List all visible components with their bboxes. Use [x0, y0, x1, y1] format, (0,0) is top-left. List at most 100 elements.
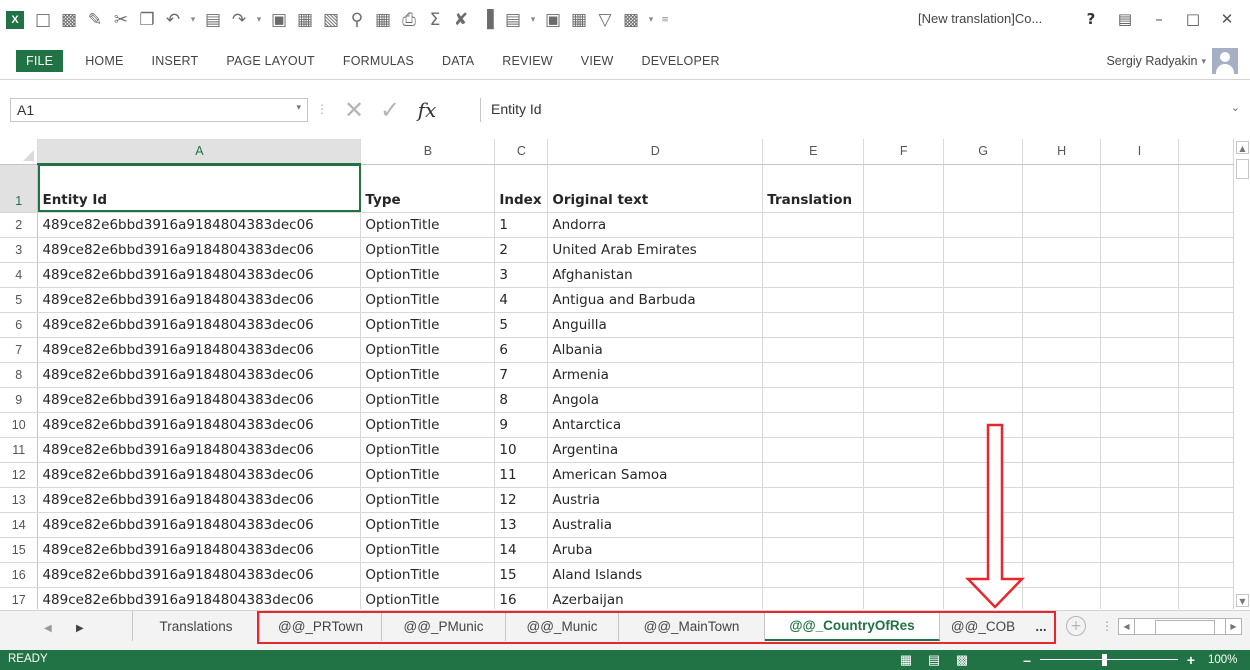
cell[interactable]: [1100, 362, 1179, 388]
name-box-dropdown-icon[interactable]: ▾: [296, 102, 301, 113]
cell[interactable]: [1100, 587, 1179, 609]
cell[interactable]: Angola: [547, 387, 764, 413]
cell[interactable]: [863, 287, 945, 313]
cell[interactable]: 489ce82e6bbd3916a9184804383dec06: [37, 287, 362, 313]
cell[interactable]: 15: [494, 562, 549, 588]
user-account[interactable]: Sergiy Radyakin ▾: [1106, 48, 1238, 74]
scroll-thumb[interactable]: [1155, 620, 1215, 635]
cell[interactable]: [943, 487, 1024, 513]
row-header[interactable]: 1: [0, 164, 39, 213]
minimize-icon[interactable]: –: [1142, 6, 1176, 32]
add-sheet-icon[interactable]: +: [1066, 616, 1086, 636]
cell[interactable]: OptionTitle: [360, 362, 496, 388]
cell[interactable]: [863, 312, 945, 338]
row-header[interactable]: 16: [0, 562, 39, 588]
cell[interactable]: OptionTitle: [360, 587, 496, 609]
cell[interactable]: 489ce82e6bbd3916a9184804383dec06: [37, 562, 362, 588]
row-header[interactable]: 14: [0, 512, 39, 538]
cell[interactable]: Australia: [547, 512, 764, 538]
cell[interactable]: [1022, 337, 1102, 363]
cell[interactable]: [762, 587, 865, 609]
column-header[interactable]: E: [762, 139, 865, 165]
chart-icon[interactable]: ▐: [474, 7, 500, 33]
cell[interactable]: OptionTitle: [360, 462, 496, 488]
cell[interactable]: [1022, 362, 1102, 388]
cell[interactable]: [1022, 287, 1102, 313]
cell[interactable]: [762, 437, 865, 463]
new-document-icon[interactable]: □: [30, 7, 56, 33]
cell[interactable]: [863, 512, 945, 538]
print-preview-icon[interactable]: ⚲: [344, 7, 370, 33]
normal-view-icon[interactable]: ▦: [892, 652, 920, 668]
cell[interactable]: [1100, 387, 1179, 413]
cell[interactable]: [1100, 287, 1179, 313]
copy-icon[interactable]: ❐: [134, 7, 160, 33]
formula-input[interactable]: Entity Id ⌄: [480, 98, 1250, 122]
column-header[interactable]: B: [360, 139, 496, 165]
cell[interactable]: [863, 337, 945, 363]
cell[interactable]: [762, 562, 865, 588]
scroll-left-icon[interactable]: ◀: [1118, 618, 1135, 635]
row-header[interactable]: 4: [0, 262, 39, 288]
worksheet-grid[interactable]: A B C D E F G H I J 1 Entity Id Type Ind…: [0, 139, 1250, 609]
cell[interactable]: Armenia: [547, 362, 764, 388]
cell[interactable]: OptionTitle: [360, 287, 496, 313]
tab-split-grip-icon[interactable]: ⋮: [1101, 619, 1113, 633]
cell[interactable]: Antarctica: [547, 412, 764, 438]
cell[interactable]: 7: [494, 362, 549, 388]
cell[interactable]: 489ce82e6bbd3916a9184804383dec06: [37, 212, 362, 238]
cell[interactable]: [1022, 462, 1102, 488]
row-header[interactable]: 2: [0, 212, 39, 238]
cell[interactable]: OptionTitle: [360, 237, 496, 263]
redo-dropdown-icon[interactable]: ▾: [252, 7, 266, 33]
scroll-down-icon[interactable]: ▼: [1236, 594, 1249, 607]
cell[interactable]: [762, 537, 865, 563]
vertical-scrollbar[interactable]: ▲ ▼: [1233, 139, 1250, 609]
cell[interactable]: [762, 462, 865, 488]
cell[interactable]: [1100, 164, 1179, 213]
cell[interactable]: [863, 387, 945, 413]
cell[interactable]: [943, 537, 1024, 563]
cell[interactable]: 2: [494, 237, 549, 263]
cell[interactable]: OptionTitle: [360, 262, 496, 288]
cell[interactable]: [943, 387, 1024, 413]
cell[interactable]: [943, 312, 1024, 338]
cell[interactable]: [1022, 212, 1102, 238]
cell[interactable]: 489ce82e6bbd3916a9184804383dec06: [37, 462, 362, 488]
cell[interactable]: OptionTitle: [360, 312, 496, 338]
cell[interactable]: [863, 562, 945, 588]
cell[interactable]: [762, 237, 865, 263]
cell[interactable]: [762, 262, 865, 288]
cell[interactable]: 4: [494, 287, 549, 313]
cell[interactable]: Afghanistan: [547, 262, 764, 288]
cell[interactable]: [943, 262, 1024, 288]
cut-icon[interactable]: ✂: [108, 7, 134, 33]
cell[interactable]: Argentina: [547, 437, 764, 463]
paste-special-icon[interactable]: ▦: [292, 7, 318, 33]
previous-sheet-icon[interactable]: ◀: [44, 623, 52, 634]
cell[interactable]: [1100, 437, 1179, 463]
row-header[interactable]: 6: [0, 312, 39, 338]
cell[interactable]: 489ce82e6bbd3916a9184804383dec06: [37, 387, 362, 413]
confirm-entry-icon[interactable]: ✓: [372, 96, 408, 124]
row-header[interactable]: 17: [0, 587, 39, 609]
cell[interactable]: OptionTitle: [360, 412, 496, 438]
cell[interactable]: [1100, 262, 1179, 288]
save-as-icon[interactable]: ✎: [82, 7, 108, 33]
cell[interactable]: Aland Islands: [547, 562, 764, 588]
cell[interactable]: 489ce82e6bbd3916a9184804383dec06: [37, 312, 362, 338]
cell[interactable]: [762, 487, 865, 513]
cell[interactable]: 9: [494, 412, 549, 438]
cell[interactable]: Antigua and Barbuda: [547, 287, 764, 313]
tab-data[interactable]: DATA: [428, 50, 488, 72]
tab-file[interactable]: FILE: [16, 50, 64, 72]
format-dropdown-icon[interactable]: ▾: [644, 7, 658, 33]
tab-insert[interactable]: INSERT: [138, 50, 213, 72]
cell[interactable]: 14: [494, 537, 549, 563]
cell[interactable]: [943, 412, 1024, 438]
cell[interactable]: [1022, 262, 1102, 288]
cell[interactable]: [762, 512, 865, 538]
scroll-track[interactable]: [1135, 618, 1225, 635]
page-break-view-icon[interactable]: ▩: [948, 652, 976, 668]
scroll-right-icon[interactable]: ▶: [1225, 618, 1242, 635]
